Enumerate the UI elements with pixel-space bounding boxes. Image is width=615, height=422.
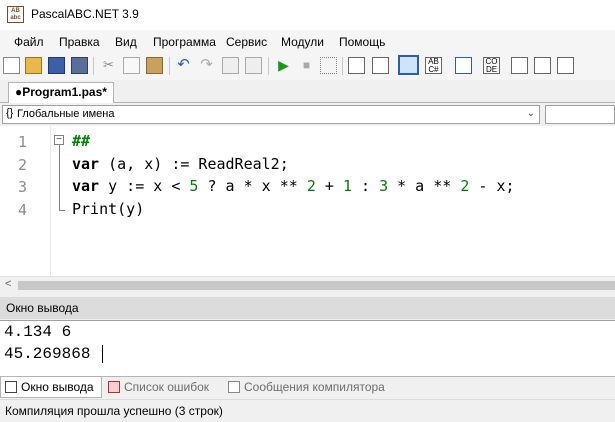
menu-help[interactable]: Помощь [339, 35, 385, 49]
output-panel-header: Окно вывода [0, 297, 615, 319]
code-directive: ## [72, 132, 91, 150]
status-text: Компиляция прошла успешно (3 строк) [5, 404, 223, 418]
save-all-icon[interactable] [71, 57, 88, 74]
output-line: 4.134 6 [4, 323, 72, 341]
code-number: 3 [379, 177, 389, 195]
format-code-icon[interactable] [534, 57, 551, 74]
scroll-left-icon[interactable]: < [5, 278, 11, 290]
step-icon[interactable] [348, 57, 365, 74]
debug-icon[interactable] [320, 57, 337, 74]
tab-error-list[interactable]: Список ошибок [104, 377, 220, 397]
open-folder-icon[interactable] [25, 57, 42, 74]
status-bar: Компиляция прошла успешно (3 строк) [0, 399, 615, 422]
code-token: - x; [469, 177, 515, 195]
tab-compiler-messages-label: Сообщения компилятора [244, 380, 385, 394]
text-caret [102, 345, 103, 363]
save-icon[interactable] [48, 57, 65, 74]
fold-guide-end [59, 210, 65, 211]
line-number: 1 [18, 133, 28, 151]
tab-error-list-label: Список ошибок [124, 380, 210, 394]
debug-run-icon[interactable] [557, 57, 574, 74]
scope-label: Глобальные имена [17, 108, 115, 120]
fold-guide [59, 145, 60, 211]
output-line: 45.269868 [4, 345, 91, 363]
code-editor[interactable]: 1 2 3 4 − ## var (a, x) := ReadReal2; va… [0, 126, 615, 276]
bottom-panel-tabs: Окно вывода Список ошибок Сообщения комп… [0, 376, 615, 398]
code-token: Print(y) [72, 200, 145, 218]
member-dropdown[interactable] [545, 105, 615, 124]
code-number: 2 [306, 177, 316, 195]
error-list-icon [108, 381, 120, 393]
cut-icon[interactable]: ✂ [100, 57, 117, 74]
navigate-forward-icon[interactable] [245, 57, 262, 74]
menu-view[interactable]: Вид [115, 35, 137, 49]
code-token: (a, x) := ReadReal2; [99, 155, 289, 173]
code-token: ? a * x ** [198, 177, 307, 195]
compiler-messages-icon [228, 381, 240, 393]
tab-output-label: Окно вывода [21, 380, 94, 394]
navigate-back-icon[interactable] [222, 57, 239, 74]
output-window-icon[interactable] [398, 55, 419, 75]
document-icon[interactable] [455, 57, 472, 74]
redo-icon[interactable]: ↷ [198, 57, 215, 74]
menu-service[interactable]: Сервис [226, 35, 267, 49]
toolbar-separator [342, 57, 343, 75]
code-line[interactable]: Print(y) [72, 200, 144, 218]
code-icon[interactable]: CO DE [483, 57, 500, 74]
output-panel-title: Окно вывода [6, 301, 79, 315]
toolbar-separator [169, 57, 170, 75]
editor-horizontal-scrollbar[interactable]: < [0, 276, 615, 294]
menu-modules[interactable]: Модули [281, 35, 324, 49]
window-title: PascalABC.NET 3.9 [31, 7, 139, 21]
tab-compiler-messages[interactable]: Сообщения компилятора [224, 377, 394, 397]
code-line[interactable]: ## [72, 132, 90, 150]
menu-file[interactable]: Файл [14, 35, 44, 49]
code-token: * a ** [388, 177, 461, 195]
new-file-icon[interactable] [3, 57, 20, 74]
scope-bar: {} Глобальные имена ⌄ [0, 103, 615, 126]
line-number: 3 [18, 178, 28, 196]
toolbar-separator [93, 57, 94, 75]
tab-program1[interactable]: ●Program1.pas* [8, 82, 114, 103]
toolbar-separator [268, 57, 269, 75]
scrollbar-thumb[interactable] [18, 281, 615, 290]
paste-icon[interactable] [146, 57, 163, 74]
toggle-comment-icon[interactable] [511, 57, 528, 74]
output-area[interactable]: 4.134 6 45.269868 [0, 320, 615, 376]
menu-edit[interactable]: Правка [59, 35, 100, 49]
menu-program[interactable]: Программа [153, 35, 216, 49]
code-token: + [315, 177, 343, 195]
code-token: y := x < [99, 177, 190, 195]
app-logo-icon: AB abc [7, 6, 24, 23]
output-icon [5, 381, 17, 393]
copy-icon[interactable] [123, 57, 140, 74]
step-over-icon[interactable] [372, 57, 389, 74]
title-bar: AB abc PascalABC.NET 3.9 [0, 0, 615, 30]
code-token: : [351, 177, 380, 195]
tab-output[interactable]: Окно вывода [0, 377, 102, 398]
stop-icon[interactable]: ■ [298, 57, 315, 74]
code-keyword: var [72, 155, 100, 173]
code-line[interactable]: var (a, x) := ReadReal2; [72, 155, 289, 173]
toolbar: ✂ ↶ ↷ ▶ ■ AB C# CO DE [0, 52, 615, 81]
code-line[interactable]: var y := x < 5 ? a * x ** 2 + 1 : 3 * a … [72, 177, 515, 195]
run-icon[interactable]: ▶ [275, 57, 292, 74]
editor-tab-strip: ●Program1.pas* [0, 80, 615, 103]
chevron-down-icon[interactable]: ⌄ [527, 108, 535, 119]
braces-icon: {} [6, 107, 14, 119]
line-number-gutter: 1 2 3 4 [0, 126, 51, 276]
undo-icon[interactable]: ↶ [175, 57, 192, 74]
csharp-icon[interactable]: AB C# [425, 57, 442, 74]
code-number: 1 [342, 177, 352, 195]
line-number: 4 [18, 201, 28, 219]
fold-collapse-icon[interactable]: − [54, 135, 64, 145]
scope-dropdown[interactable]: {} Глобальные имена ⌄ [2, 105, 540, 124]
line-number: 2 [18, 156, 28, 174]
code-keyword: var [72, 177, 100, 195]
menu-bar: Файл Правка Вид Программа Сервис Модули … [0, 30, 615, 52]
